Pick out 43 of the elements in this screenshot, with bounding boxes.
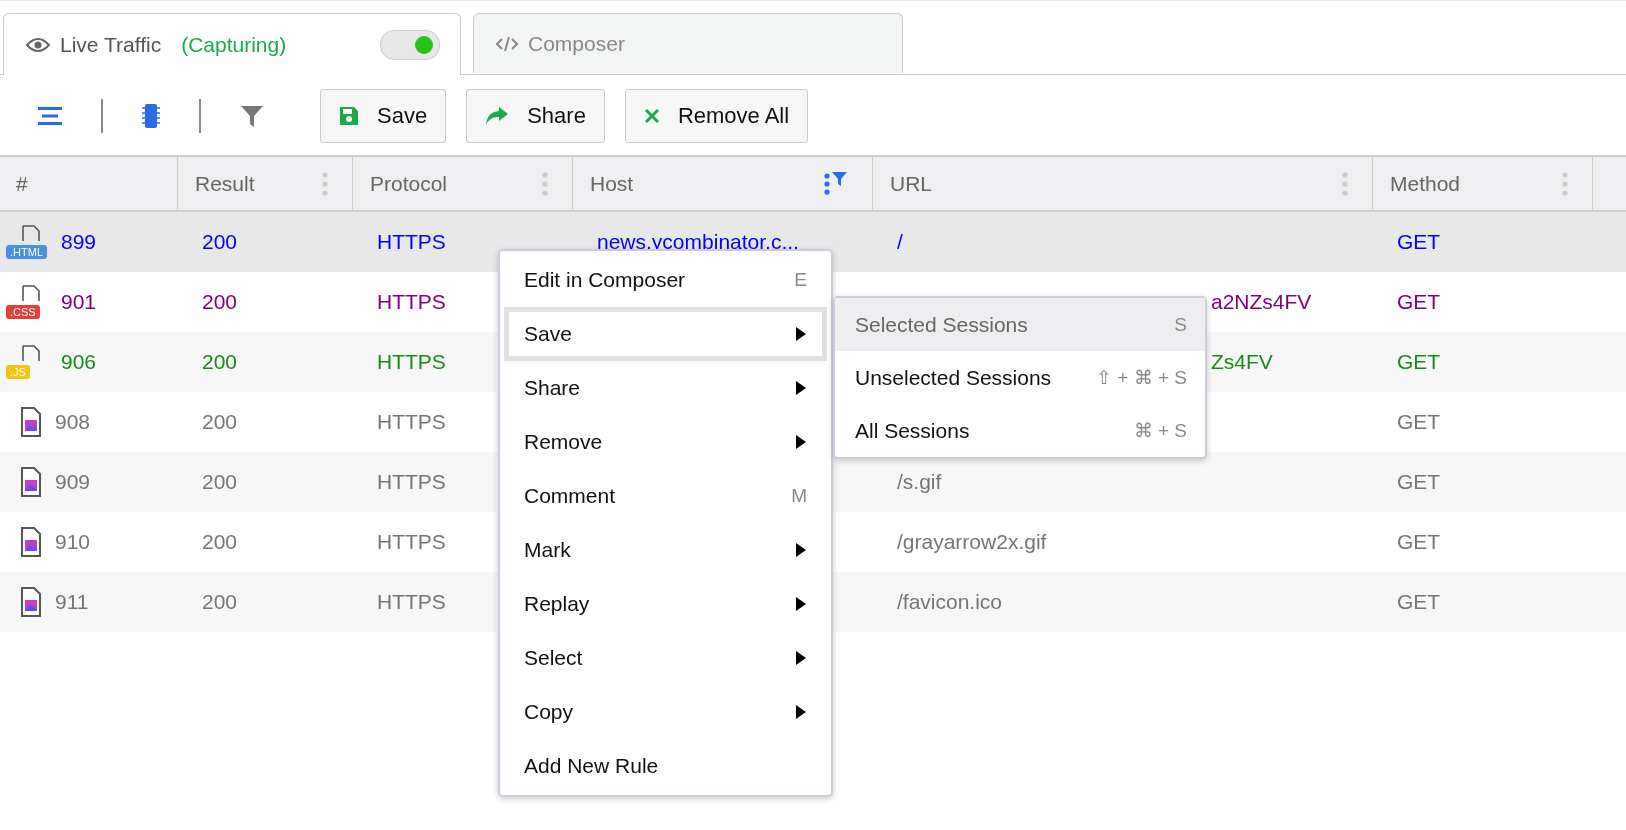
tab-label: Live Traffic: [60, 32, 162, 57]
table-cell: Zs4FV: [1211, 350, 1273, 373]
table-cell: 200: [202, 350, 238, 373]
table-cell: news.ycombinator.c...: [597, 230, 799, 253]
table-cell: /grayarrow2x.gif: [897, 530, 1047, 553]
table-cell: 200: [202, 470, 238, 493]
table-cell: 200: [202, 230, 238, 253]
capture-status: (Capturing): [181, 32, 287, 57]
table-cell: 200: [202, 290, 238, 313]
table-cell: HTTPS: [377, 590, 446, 613]
table-cell: GET: [1397, 590, 1441, 613]
shortcut-label: S: [1174, 313, 1187, 336]
shortcut-label: M: [791, 485, 807, 507]
table-cell: GET: [1397, 230, 1441, 253]
session-number: 901: [61, 290, 97, 314]
session-number: 911: [55, 590, 89, 614]
session-number: 910: [55, 530, 91, 554]
table-cell: GET: [1397, 470, 1441, 493]
table-cell: GET: [1397, 350, 1441, 373]
table-cell: 200: [202, 410, 238, 433]
table-cell: HTTPS: [377, 290, 446, 313]
table-cell: 200: [202, 590, 238, 613]
table-cell: /s.gif: [897, 470, 942, 493]
table-cell: HTTPS: [377, 230, 446, 253]
table-cell: HTTPS: [377, 410, 446, 433]
table-cell: GET: [1397, 410, 1441, 433]
session-number: 899: [61, 230, 97, 254]
session-number: 908: [55, 410, 91, 434]
shortcut-label: ⇧ + ⌘ + S: [1096, 366, 1187, 389]
table-cell: /favicon.ico: [897, 590, 1003, 613]
session-number: 906: [61, 350, 97, 374]
shortcut-label: E: [794, 269, 807, 291]
table-cell: GET: [1397, 530, 1441, 553]
session-number: 909: [55, 470, 91, 494]
table-cell: /: [897, 230, 903, 253]
table-cell: HTTPS: [377, 530, 446, 553]
table-cell: 200: [202, 530, 238, 553]
table-cell: GET: [1397, 290, 1441, 313]
table-cell: HTTPS: [377, 470, 446, 493]
shortcut-label: ⌘ + S: [1133, 419, 1187, 442]
tab-label: Composer: [528, 31, 625, 56]
table-cell: a2NZs4FV: [1211, 290, 1312, 313]
table-cell: HTTPS: [377, 350, 446, 373]
